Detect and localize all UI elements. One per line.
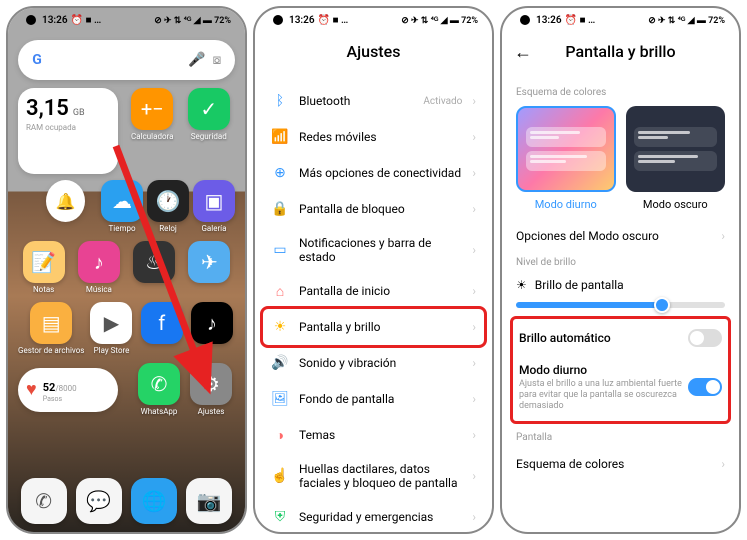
app-galería[interactable]: ▣Galería — [193, 180, 235, 233]
brightness-row: ☀ Brillo de pantalla — [502, 272, 739, 298]
camera-hole — [520, 15, 530, 25]
settings-row-seguridad-y-emergenc[interactable]: ⛨Seguridad y emergencias› — [267, 499, 480, 534]
setting-icon: 📶 — [271, 128, 289, 146]
settings-row-huellas-dactilares,-[interactable]: ☝Huellas dactilares, datos faciales y bl… — [267, 453, 480, 499]
chevron-right-icon: › — [472, 356, 476, 370]
chevron-right-icon: › — [472, 510, 476, 524]
bell-widget[interactable]: 🔔 — [46, 180, 85, 222]
chevron-right-icon: › — [721, 229, 725, 243]
app-play-store[interactable]: ▶Play Store — [88, 302, 134, 355]
section-label: Nivel de brillo — [502, 253, 739, 272]
heart-icon: ♥ — [26, 379, 37, 400]
setting-icon: ◑ — [271, 426, 289, 444]
app-notas[interactable]: 📝Notas — [18, 241, 69, 294]
status-bar: 13:26 ⏰ ■ … ⊘ ✈ ⇅ ⁴ᴳ ◢ ▬ 72% — [8, 8, 245, 32]
camera-hole — [26, 15, 36, 25]
app-icon[interactable]: ✆ — [21, 478, 67, 524]
day-mode-toggle[interactable]: Modo diurno Ajusta el brillo a una luz a… — [519, 355, 722, 419]
auto-brightness-toggle[interactable]: Brillo automático — [519, 321, 722, 355]
brightness-slider[interactable] — [516, 302, 725, 308]
chevron-right-icon: › — [472, 428, 476, 442]
chevron-right-icon: › — [472, 94, 476, 108]
chevron-right-icon: › — [472, 202, 476, 216]
app-gestor-de-archivos[interactable]: ▤Gestor de archivos — [18, 302, 84, 355]
app-icon[interactable]: ♨ — [129, 241, 180, 294]
setting-icon: ☝ — [271, 467, 289, 485]
settings-row-sonido-y-vibración[interactable]: 🔊Sonido y vibración› — [267, 345, 480, 381]
brightness-icon: ☀ — [516, 278, 527, 292]
phone-display-settings: 13:26 ⏰ ■ … ⊘ ✈ ⇅ ⁴ᴳ ◢ ▬ 72% ← Pantalla … — [500, 6, 741, 534]
setting-icon: ▭ — [271, 241, 289, 259]
app-icon[interactable]: ✈ — [184, 241, 235, 294]
settings-row-pantalla-de-inicio[interactable]: ⌂Pantalla de inicio› — [267, 273, 480, 309]
settings-row-fondo-de-pantalla[interactable]: 🖼Fondo de pantalla› — [267, 381, 480, 417]
settings-row-notificaciones-y-bar[interactable]: ▭Notificaciones y barra de estado› — [267, 227, 480, 273]
app-whatsapp[interactable]: ✆WhatsApp — [135, 363, 183, 416]
color-scheme-row[interactable]: Esquema de colores› — [502, 447, 739, 481]
page-title: ← Pantalla y brillo — [502, 32, 739, 83]
highlight-box: Brillo automático Modo diurno Ajusta el … — [510, 316, 731, 424]
settings-row-temas[interactable]: ◑Temas› — [267, 417, 480, 453]
ram-widget[interactable]: 3,15 GB RAM ocupada — [18, 88, 118, 174]
status-bar: 13:26 ⏰ ■ … ⊘ ✈ ⇅ ⁴ᴳ ◢ ▬ 72% — [255, 8, 492, 32]
app-ajustes[interactable]: ⚙Ajustes — [187, 363, 235, 416]
section-label: Pantalla — [502, 428, 739, 447]
setting-icon: 🔒 — [271, 200, 289, 218]
app-tiempo[interactable]: ☁Tiempo — [101, 180, 143, 233]
phone-home: 13:26 ⏰ ■ … ⊘ ✈ ⇅ ⁴ᴳ ◢ ▬ 72% G 🎤 ⧇ 3,15 … — [6, 6, 247, 534]
status-bar: 13:26 ⏰ ■ … ⊘ ✈ ⇅ ⁴ᴳ ◢ ▬ 72% — [502, 8, 739, 32]
app-icon[interactable]: f — [139, 302, 185, 355]
setting-icon: ⌂ — [271, 282, 289, 300]
dark-mode-options[interactable]: Opciones del Modo oscuro› — [502, 219, 739, 253]
app-icon[interactable]: 💬 — [76, 478, 122, 524]
setting-icon: ᛒ — [271, 92, 289, 110]
google-logo-icon: G — [26, 49, 48, 71]
settings-row-pantalla-de-bloqueo[interactable]: 🔒Pantalla de bloqueo› — [267, 191, 480, 227]
settings-list: ᛒBluetoothActivado›📶Redes móviles›⊕Más o… — [255, 83, 492, 534]
setting-icon: ☀ — [271, 318, 289, 336]
app-icon[interactable]: 📷 — [186, 478, 232, 524]
app-icon[interactable]: 🌐 — [131, 478, 177, 524]
phone-settings: 13:26 ⏰ ■ … ⊘ ✈ ⇅ ⁴ᴳ ◢ ▬ 72% Ajustes ᛒBl… — [253, 6, 494, 534]
app-reloj[interactable]: 🕐Reloj — [147, 180, 189, 233]
app-música[interactable]: ♪Música — [73, 241, 124, 294]
chevron-right-icon: › — [472, 469, 476, 483]
chevron-right-icon: › — [472, 392, 476, 406]
settings-row-redes-móviles[interactable]: 📶Redes móviles› — [267, 119, 480, 155]
setting-icon: ⊕ — [271, 164, 289, 182]
chevron-right-icon: › — [472, 243, 476, 257]
back-button[interactable]: ← — [514, 42, 532, 63]
settings-row-bluetooth[interactable]: ᛒBluetoothActivado› — [267, 83, 480, 119]
settings-row-pantalla-y-brillo[interactable]: ☀Pantalla y brillo› — [260, 306, 487, 348]
mic-icon[interactable]: 🎤 — [187, 52, 207, 68]
section-label: Esquema de colores — [502, 83, 739, 102]
chevron-right-icon: › — [472, 320, 476, 334]
setting-icon: 🔊 — [271, 354, 289, 372]
chevron-right-icon: › — [721, 457, 725, 471]
app-seguridad[interactable]: ✓Seguridad — [183, 88, 236, 174]
page-title: Ajustes — [255, 32, 492, 83]
theme-light-mode[interactable]: Modo diurno — [516, 106, 616, 211]
setting-icon: ⛨ — [271, 508, 289, 526]
app-calculadora[interactable]: +−Calculadora — [126, 88, 179, 174]
chevron-right-icon: › — [472, 284, 476, 298]
settings-row-más-opciones-de-cone[interactable]: ⊕Más opciones de conectividad› — [267, 155, 480, 191]
app-icon[interactable]: ♪ — [189, 302, 235, 355]
dock: ✆💬🌐📷 — [16, 478, 237, 524]
google-search-pill[interactable]: G 🎤 ⧇ — [18, 40, 235, 80]
lens-icon[interactable]: ⧇ — [207, 52, 227, 68]
chevron-right-icon: › — [472, 166, 476, 180]
camera-hole — [273, 15, 283, 25]
theme-dark-mode[interactable]: Modo oscuro — [626, 106, 726, 211]
steps-widget[interactable]: ♥ 52/8000 Pasos — [18, 368, 118, 412]
chevron-right-icon: › — [472, 130, 476, 144]
setting-icon: 🖼 — [271, 390, 289, 408]
